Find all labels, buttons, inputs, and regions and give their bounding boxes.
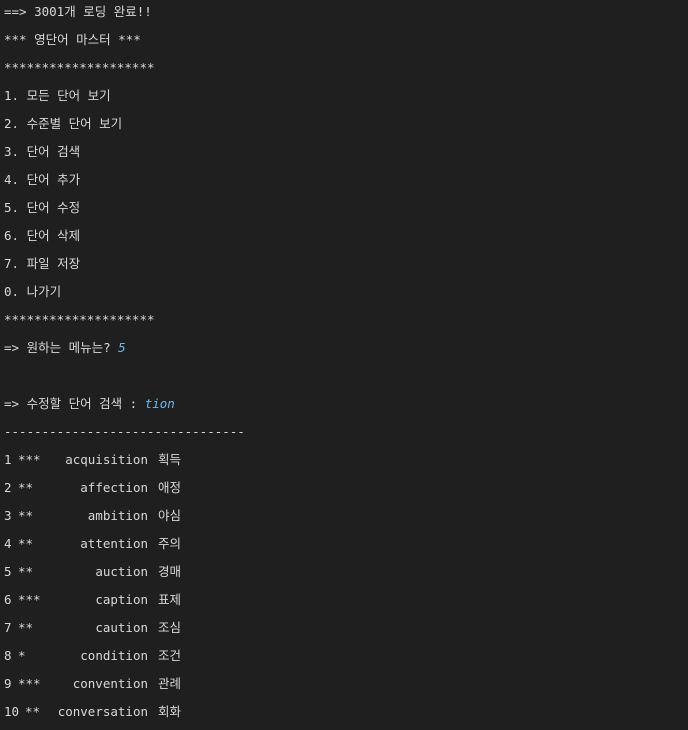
menu-item-search: 3. 단어 검색 xyxy=(4,144,81,159)
menu-item-delete: 6. 단어 삭제 xyxy=(4,228,81,243)
search-input[interactable]: tion xyxy=(145,396,175,411)
menu-item-view-all: 1. 모든 단어 보기 xyxy=(4,88,111,103)
result-level-stars: ** xyxy=(18,480,34,495)
result-number: 3 xyxy=(4,508,12,523)
result-row: 1 *** acquisition 획득 xyxy=(4,451,244,469)
result-level-stars: *** xyxy=(18,592,41,607)
result-word: conversation xyxy=(57,704,148,719)
result-entry: 5 ** auction xyxy=(4,563,148,581)
result-word: ambition xyxy=(87,508,148,523)
result-row: 9 *** convention 관례 xyxy=(4,675,244,693)
menu-prompt-line: => 원하는 메뉴는? 5 xyxy=(4,339,126,357)
menu-item-save-file: 7. 파일 저장 xyxy=(4,256,81,271)
result-meaning: 주의 xyxy=(158,536,182,551)
result-meaning: 획득 xyxy=(158,452,182,467)
menu-prompt: => 원하는 메뉴는? xyxy=(4,340,119,355)
result-meaning: 관례 xyxy=(158,676,182,691)
result-number: 10 xyxy=(4,704,20,719)
result-row: 3 ** ambition 야심 xyxy=(4,507,244,525)
result-level-stars: ** xyxy=(25,704,41,719)
result-entry: 3 ** ambition xyxy=(4,507,148,525)
result-word: condition xyxy=(80,648,148,663)
app-title: *** 영단어 마스터 *** xyxy=(4,32,141,47)
results-separator: -------------------------------- xyxy=(4,424,245,439)
result-entry: 1 *** acquisition xyxy=(4,451,148,469)
result-row: 8 * condition 조건 xyxy=(4,647,244,665)
result-word: auction xyxy=(95,564,148,579)
result-entry: 4 ** attention xyxy=(4,535,148,553)
menu-divider-top: ******************** xyxy=(4,60,155,75)
result-entry: 9 *** convention xyxy=(4,675,148,693)
menu-item-edit: 5. 단어 수정 xyxy=(4,200,81,215)
result-word: caption xyxy=(95,592,148,607)
result-entry: 2 ** affection xyxy=(4,479,148,497)
result-meaning: 애정 xyxy=(158,480,182,495)
result-level-stars: ** xyxy=(18,536,34,551)
result-word: acquisition xyxy=(65,452,148,467)
search-prompt-line: => 수정할 단어 검색 : tion xyxy=(4,395,175,413)
result-meaning: 회화 xyxy=(158,704,182,719)
result-number: 5 xyxy=(4,564,12,579)
menu-item-add: 4. 단어 추가 xyxy=(4,172,81,187)
result-meaning: 야심 xyxy=(158,508,182,523)
result-word: convention xyxy=(72,676,148,691)
result-row: 2 ** affection 애정 xyxy=(4,479,244,497)
console-output: ==> 3001개 로딩 완료!! *** 영단어 마스터 *** ******… xyxy=(0,0,688,730)
result-row: 6 *** caption 표제 xyxy=(4,591,244,609)
result-level-stars: ** xyxy=(18,620,34,635)
result-number: 7 xyxy=(4,620,12,635)
result-meaning: 조건 xyxy=(158,648,182,663)
result-meaning: 표제 xyxy=(158,592,182,607)
result-meaning: 조심 xyxy=(158,620,182,635)
result-number: 6 xyxy=(4,592,12,607)
menu-input[interactable]: 5 xyxy=(118,340,126,355)
result-word: affection xyxy=(80,480,148,495)
result-number: 1 xyxy=(4,452,12,467)
result-word: attention xyxy=(80,536,148,551)
search-prompt: => 수정할 단어 검색 : xyxy=(4,396,145,411)
result-entry: 6 *** caption xyxy=(4,591,148,609)
result-level-stars: * xyxy=(18,648,26,663)
result-number: 8 xyxy=(4,648,12,663)
result-row: 4 ** attention 주의 xyxy=(4,535,244,553)
result-row: 10 ** conversation 회화 xyxy=(4,703,244,721)
loading-message: ==> 3001개 로딩 완료!! xyxy=(4,4,152,19)
result-entry: 8 * condition xyxy=(4,647,148,665)
result-level-stars: *** xyxy=(18,676,41,691)
result-level-stars: *** xyxy=(18,452,41,467)
result-meaning: 경매 xyxy=(158,564,182,579)
result-number: 2 xyxy=(4,480,12,495)
result-word: caution xyxy=(95,620,148,635)
menu-divider-bottom: ******************** xyxy=(4,312,155,327)
result-number: 9 xyxy=(4,676,12,691)
menu-item-view-by-level: 2. 수준별 단어 보기 xyxy=(4,116,123,131)
result-entry: 10 ** conversation xyxy=(4,703,148,721)
result-number: 4 xyxy=(4,536,12,551)
result-row: 7 ** caution 조심 xyxy=(4,619,244,637)
result-entry: 7 ** caution xyxy=(4,619,148,637)
menu-item-exit: 0. 나가기 xyxy=(4,284,62,299)
result-level-stars: ** xyxy=(18,508,34,523)
result-level-stars: ** xyxy=(18,564,34,579)
result-row: 5 ** auction 경매 xyxy=(4,563,244,581)
